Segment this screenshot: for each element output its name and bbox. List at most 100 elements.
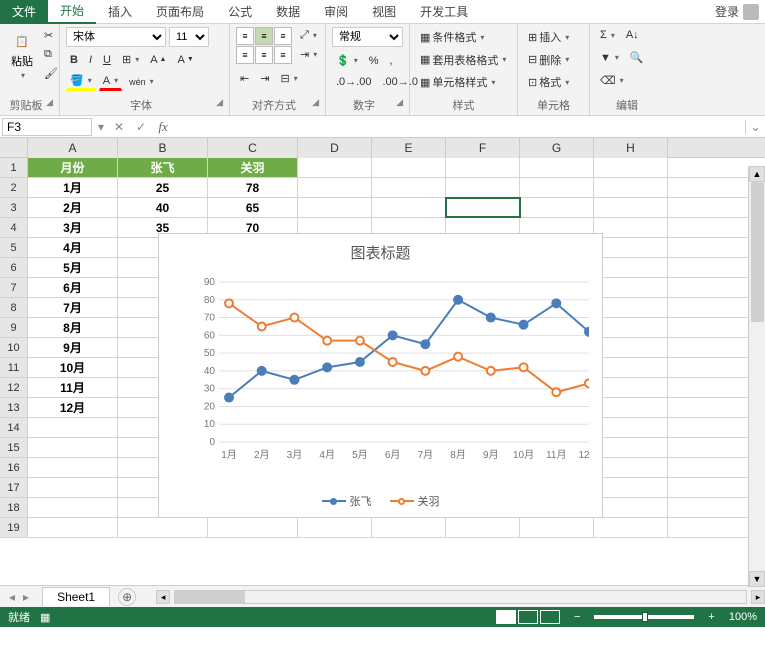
decrease-font-button[interactable]: A▼: [173, 52, 197, 68]
worksheet-grid[interactable]: ABCDEFGH 1月份张飞关羽21月257832月406543月357054月…: [0, 138, 765, 585]
menu-tab-1[interactable]: 插入: [96, 0, 144, 24]
phonetic-button[interactable]: wén: [125, 75, 158, 89]
accept-formula-button[interactable]: ✓: [130, 117, 152, 137]
zoom-in-button[interactable]: +: [704, 611, 718, 623]
cell-A11[interactable]: 10月: [28, 358, 118, 377]
cell-H6[interactable]: [594, 258, 668, 277]
row-header-19[interactable]: 19: [0, 518, 28, 537]
col-header-C[interactable]: C: [208, 138, 298, 158]
add-sheet-button[interactable]: ⊕: [118, 588, 136, 606]
wrap-text-button[interactable]: ⇥: [296, 46, 321, 63]
cell-A9[interactable]: 8月: [28, 318, 118, 337]
cell-A15[interactable]: [28, 438, 118, 457]
row-header-4[interactable]: 4: [0, 218, 28, 237]
align-top[interactable]: ≡: [236, 27, 254, 45]
row-header-3[interactable]: 3: [0, 198, 28, 217]
col-header-B[interactable]: B: [118, 138, 208, 158]
fill-button[interactable]: ▼: [596, 50, 623, 66]
row-header-8[interactable]: 8: [0, 298, 28, 317]
align-right[interactable]: ≡: [274, 46, 292, 64]
normal-view-button[interactable]: [496, 610, 516, 624]
cell-H10[interactable]: [594, 338, 668, 357]
chart-plot-area[interactable]: 01020304050607080901月2月3月4月5月6月7月8月9月10月…: [199, 270, 589, 460]
cell-H11[interactable]: [594, 358, 668, 377]
underline-button[interactable]: U: [99, 52, 115, 68]
row-header-15[interactable]: 15: [0, 438, 28, 457]
cell-D1[interactable]: [298, 158, 372, 177]
cell-H12[interactable]: [594, 378, 668, 397]
insert-cells-button[interactable]: ⊞ 插入: [524, 27, 583, 47]
cell-E3[interactable]: [372, 198, 446, 217]
chart-title[interactable]: 图表标题: [159, 242, 602, 263]
row-header-6[interactable]: 6: [0, 258, 28, 277]
col-header-E[interactable]: E: [372, 138, 446, 158]
chart-legend[interactable]: 张飞关羽: [159, 493, 602, 509]
row-header-18[interactable]: 18: [0, 498, 28, 517]
cell-A4[interactable]: 3月: [28, 218, 118, 237]
cell-D19[interactable]: [298, 518, 372, 537]
conditional-format-button[interactable]: ▦ 条件格式: [416, 27, 511, 47]
find-button[interactable]: 🔍: [626, 49, 648, 66]
cell-H5[interactable]: [594, 238, 668, 257]
increase-font-button[interactable]: A▲: [146, 52, 170, 68]
row-header-13[interactable]: 13: [0, 398, 28, 417]
scroll-up-button[interactable]: ▲: [749, 166, 765, 182]
cell-H16[interactable]: [594, 458, 668, 477]
cell-A14[interactable]: [28, 418, 118, 437]
row-header-14[interactable]: 14: [0, 418, 28, 437]
zoom-thumb[interactable]: [642, 612, 648, 622]
menu-tab-5[interactable]: 审阅: [312, 0, 360, 24]
merge-button[interactable]: ⊟: [276, 70, 301, 87]
number-launcher[interactable]: ◢: [396, 97, 403, 108]
border-button[interactable]: ⊞: [118, 51, 143, 68]
cell-B1[interactable]: 张飞: [118, 158, 208, 177]
increase-decimal-button[interactable]: .0→.00: [332, 74, 375, 90]
fill-color-button[interactable]: 🪣: [66, 72, 96, 91]
cell-A18[interactable]: [28, 498, 118, 517]
align-left[interactable]: ≡: [236, 46, 254, 64]
legend-item[interactable]: 张飞: [322, 493, 372, 509]
cell-H19[interactable]: [594, 518, 668, 537]
row-header-17[interactable]: 17: [0, 478, 28, 497]
font-color-button[interactable]: A: [99, 73, 122, 91]
cell-C1[interactable]: 关羽: [208, 158, 298, 177]
col-header-F[interactable]: F: [446, 138, 520, 158]
hscroll-thumb[interactable]: [175, 591, 245, 603]
fx-button[interactable]: fx: [152, 117, 174, 137]
cell-H8[interactable]: [594, 298, 668, 317]
macro-record-icon[interactable]: ▦: [40, 611, 50, 624]
format-painter-button[interactable]: 🖌: [40, 65, 62, 82]
cell-G1[interactable]: [520, 158, 594, 177]
vscroll-thumb[interactable]: [751, 182, 764, 322]
menu-tab-4[interactable]: 数据: [264, 0, 312, 24]
autosum-button[interactable]: Σ: [596, 27, 619, 43]
decrease-indent-button[interactable]: ⇤: [236, 70, 253, 87]
cell-C19[interactable]: [208, 518, 298, 537]
sort-filter-button[interactable]: A↓: [622, 27, 643, 43]
cell-E1[interactable]: [372, 158, 446, 177]
row-header-16[interactable]: 16: [0, 458, 28, 477]
comma-button[interactable]: ,: [386, 53, 397, 69]
menu-tab-0[interactable]: 开始: [48, 0, 96, 24]
page-layout-view-button[interactable]: [518, 610, 538, 624]
expand-formula-bar[interactable]: ⌄: [745, 120, 765, 134]
row-header-2[interactable]: 2: [0, 178, 28, 197]
align-middle[interactable]: ≡: [255, 27, 273, 45]
align-launcher[interactable]: ◢: [312, 97, 319, 108]
cell-B19[interactable]: [118, 518, 208, 537]
cell-D2[interactable]: [298, 178, 372, 197]
cell-A8[interactable]: 7月: [28, 298, 118, 317]
col-header-H[interactable]: H: [594, 138, 668, 158]
hscroll-right-button[interactable]: ▸: [751, 590, 765, 604]
number-format-select[interactable]: 常规: [332, 27, 403, 47]
font-name-select[interactable]: 宋体: [66, 27, 166, 47]
formula-input[interactable]: [174, 117, 745, 137]
paste-button[interactable]: 📋 粘贴: [6, 27, 38, 83]
italic-button[interactable]: I: [85, 52, 96, 68]
orientation-button[interactable]: ⤢: [296, 27, 321, 44]
cell-C3[interactable]: 65: [208, 198, 298, 217]
menu-tab-7[interactable]: 开发工具: [408, 0, 480, 24]
format-cells-button[interactable]: ⊡ 格式: [524, 72, 583, 92]
menu-tab-2[interactable]: 页面布局: [144, 0, 216, 24]
cancel-formula-button[interactable]: ✕: [108, 117, 130, 137]
